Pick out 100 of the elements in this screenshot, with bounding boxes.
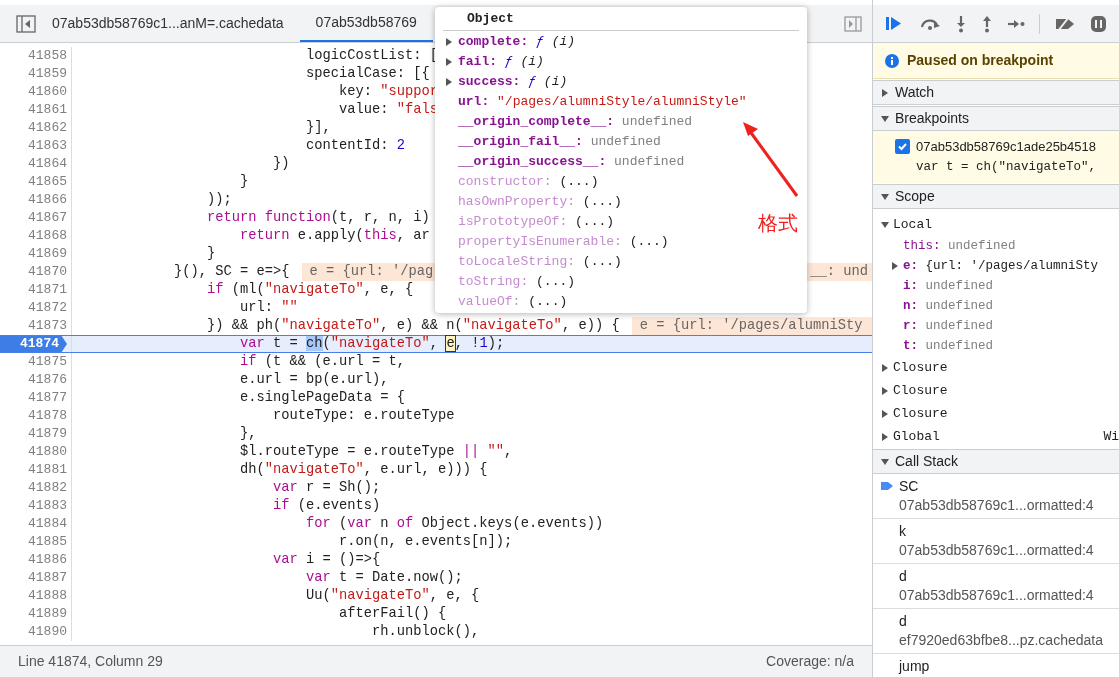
call-frame[interactable]: k 07ab53db58769c1...ormatted:4 — [873, 519, 1119, 564]
collapsed-triangle-icon[interactable] — [881, 88, 889, 97]
line-number: 41858 — [28, 47, 67, 66]
scope-variable: r: undefined — [903, 317, 994, 335]
panel-toggle-icon[interactable] — [844, 15, 862, 32]
section-header[interactable]: Scope — [873, 184, 1119, 209]
scope-group[interactable]: Closure — [893, 357, 948, 378]
file-tab[interactable]: 07ab53db58769c1...anM=.cachedata — [36, 5, 300, 42]
current-line-number[interactable]: 41874 — [0, 336, 67, 352]
collapsed-triangle-icon[interactable] — [445, 38, 453, 46]
code-line: contentId: 2 — [305, 137, 406, 155]
property: hasOwnProperty: (...) — [458, 193, 622, 212]
code-line: var r = Sh(); — [272, 479, 381, 497]
property: url: "/pages/alumniStyle/alumniStyle" — [458, 93, 747, 112]
line-number: 41860 — [28, 83, 67, 102]
code-line: specialCase: [{ — [305, 65, 430, 83]
scope-variable: i: undefined — [903, 277, 994, 295]
info-icon — [885, 53, 899, 68]
code-line: var i = ()=>{ — [272, 551, 381, 569]
frame-name: d — [899, 567, 908, 586]
line-number: 41882 — [28, 479, 67, 498]
collapsed-triangle-icon[interactable] — [881, 386, 889, 395]
line-number: 41881 — [28, 461, 67, 480]
call-frame[interactable]: d 07ab53db58769c1...ormatted:4 — [873, 564, 1119, 609]
frame-name: d — [899, 612, 908, 631]
line-number: 41876 — [28, 371, 67, 390]
line-number: 41888 — [28, 587, 67, 606]
code-line: }) — [272, 155, 290, 173]
checkbox[interactable] — [895, 139, 910, 154]
step-over-icon[interactable] — [919, 16, 941, 31]
code-line: }) && ph("navigateTo", e) && n("navigateTo", e)) { — [206, 317, 620, 335]
line-number: 41875 — [28, 353, 67, 372]
call-frame[interactable]: d ef7920ed63bfbe8...pz.cachedata — [873, 609, 1119, 654]
section-header[interactable]: Breakpoints — [873, 106, 1119, 131]
line-number: 41889 — [28, 605, 67, 624]
collapsed-triangle-icon[interactable] — [891, 262, 899, 270]
line-number: 41868 — [28, 227, 67, 246]
step-icon[interactable] — [1007, 18, 1025, 29]
code-line: } — [239, 173, 249, 191]
scope-group[interactable]: Closure — [893, 403, 948, 424]
section-header[interactable]: Call Stack — [873, 449, 1119, 474]
code-line: e.url = bp(e.url), — [239, 371, 389, 389]
expanded-triangle-icon[interactable] — [881, 457, 889, 466]
pause-on-exceptions-icon[interactable] — [1090, 14, 1106, 33]
expanded-triangle-icon[interactable] — [881, 192, 889, 201]
frame-location: 07ab53db58769c1...ormatted:4 — [899, 586, 1094, 605]
call-frame[interactable]: SC 07ab53db58769c1...ormatted:4 — [873, 474, 1119, 519]
line-number: 41861 — [28, 101, 67, 120]
line-number: 41890 — [28, 623, 67, 642]
line-number: 41863 — [28, 137, 67, 156]
line-number: 41859 — [28, 65, 67, 84]
sidebar-toggle-icon[interactable] — [16, 14, 36, 33]
code-line: } — [206, 245, 216, 263]
code-line: }], — [305, 119, 331, 137]
code-line: if (e.events) — [272, 497, 381, 515]
section-header[interactable]: Watch — [873, 80, 1119, 105]
property: __origin_success__: undefined — [458, 153, 685, 172]
code-line: r.on(n, e.events[n]); — [338, 533, 513, 551]
scope-group[interactable]: Local — [893, 214, 932, 235]
scope-group[interactable]: Global — [893, 426, 940, 447]
property: complete: ƒ (i) — [458, 33, 576, 52]
step-into-icon[interactable] — [955, 14, 967, 33]
code-line: Uu("navigateTo", e, { — [305, 587, 480, 605]
code-line: if (ml("navigateTo", e, { — [206, 281, 414, 299]
collapsed-triangle-icon[interactable] — [445, 58, 453, 66]
step-out-icon[interactable] — [981, 14, 993, 33]
line-number: 41872 — [28, 299, 67, 318]
expanded-triangle-icon[interactable] — [881, 114, 889, 123]
code-line: routeType: e.routeType — [272, 407, 455, 425]
coverage-status: Coverage: n/a — [766, 652, 854, 671]
line-number: 41884 — [28, 515, 67, 534]
line-number: 41878 — [28, 407, 67, 426]
line-number: 41885 — [28, 533, 67, 552]
code-line: afterFail() { — [338, 605, 447, 623]
frame-name: k — [899, 522, 907, 541]
line-number: 41865 — [28, 173, 67, 192]
file-tab[interactable]: 07ab53db58769 — [299, 5, 433, 42]
collapsed-triangle-icon[interactable] — [881, 409, 889, 418]
line-number: 41880 — [28, 443, 67, 462]
collapsed-triangle-icon[interactable] — [445, 78, 453, 86]
breakpoint-item[interactable]: 07ab53db58769c1ade25b4518 var t = ch("navigateTo", — [873, 131, 1119, 183]
scope-variable: t: undefined — [903, 337, 994, 355]
call-frame[interactable]: jump — [873, 654, 1119, 677]
code-line: return e.apply(this, ar — [239, 227, 430, 245]
line-number: 41886 — [28, 551, 67, 570]
collapsed-triangle-icon[interactable] — [881, 432, 889, 441]
expanded-triangle-icon[interactable] — [881, 220, 889, 229]
line-number: 41873 — [28, 317, 67, 336]
code-line: }(), SC = e=>{ — [173, 263, 290, 281]
inline-value-text: e = {url: '/pages/alumniSty — [639, 316, 863, 335]
code-line: dh("navigateTo", e.url, e))) { — [239, 461, 488, 479]
property: toString: (...) — [458, 273, 576, 292]
scope-value: Wi — [1103, 427, 1119, 446]
inline-value-text: e = {url: '/pag — [309, 262, 434, 281]
scope-group[interactable]: Closure — [893, 380, 948, 401]
paused-message: Paused on breakpoint — [907, 51, 1054, 70]
frame-location: ef7920ed63bfbe8...pz.cachedata — [899, 631, 1103, 650]
collapsed-triangle-icon[interactable] — [881, 363, 889, 372]
code-line: e.singlePageData = { — [239, 389, 406, 407]
check-icon — [897, 141, 908, 152]
